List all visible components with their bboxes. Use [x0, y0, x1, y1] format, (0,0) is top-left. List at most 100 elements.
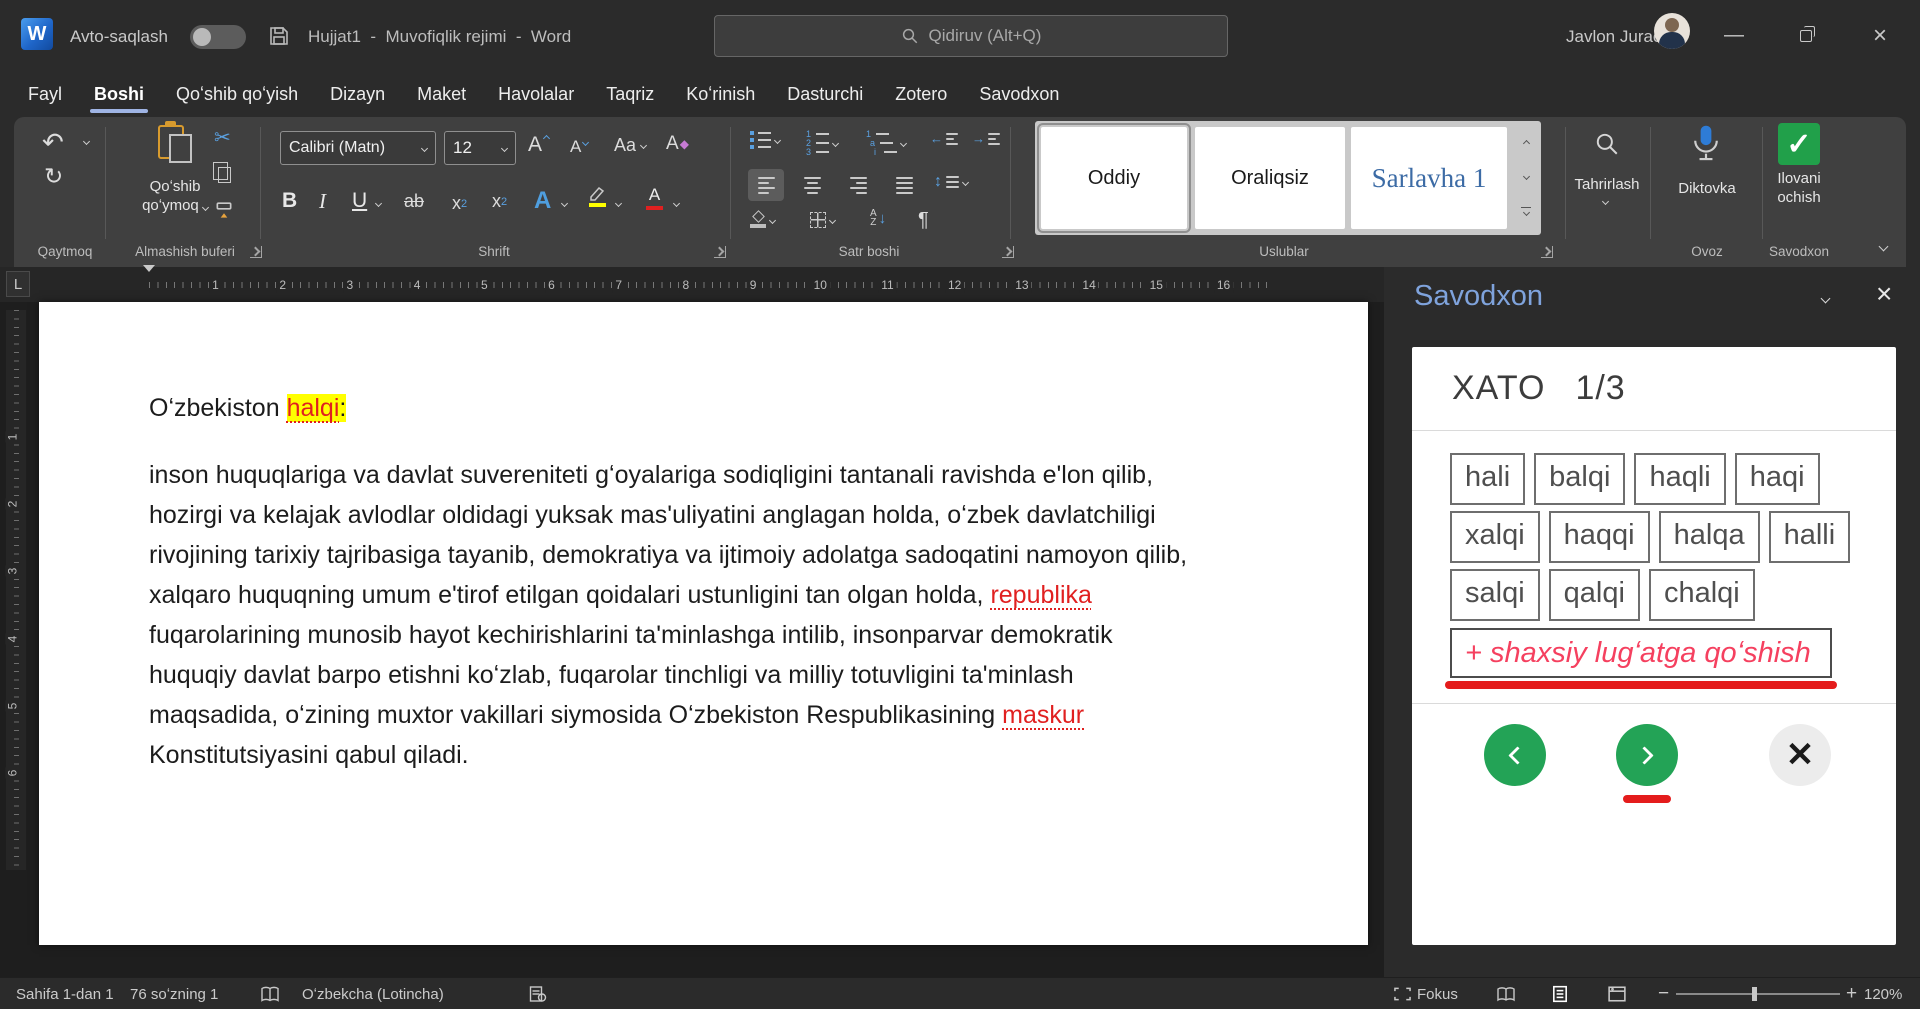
italic-button[interactable]: I: [319, 189, 326, 214]
print-layout-button[interactable]: [1552, 978, 1568, 1009]
suggestion-chip-qalqi[interactable]: qalqi: [1549, 569, 1640, 621]
dictate-label[interactable]: Diktovka: [1662, 179, 1752, 198]
misspelled-word[interactable]: maskur: [1002, 701, 1084, 729]
tab-boshi[interactable]: Boshi: [78, 71, 160, 117]
open-app-button[interactable]: ✓: [1778, 123, 1820, 165]
align-center-button[interactable]: [794, 169, 830, 201]
bullets-button[interactable]: [750, 131, 780, 149]
editing-label[interactable]: Tahrirlash: [1566, 175, 1648, 194]
word-count[interactable]: 76 soʻzning 1: [130, 978, 218, 1009]
suggestion-chip-halqa[interactable]: halqa: [1659, 511, 1760, 563]
user-avatar[interactable]: [1654, 13, 1690, 49]
multilevel-list-button[interactable]: 1ai: [866, 131, 906, 155]
suggestion-chip-haqi[interactable]: haqi: [1735, 453, 1820, 505]
tab-qo-shib-qo-yish[interactable]: Qoʻshib qoʻyish: [160, 71, 314, 117]
sort-button[interactable]: AZ↓: [870, 209, 886, 227]
grow-font-button[interactable]: A: [528, 133, 549, 157]
highlight-chevron-icon[interactable]: [615, 200, 622, 207]
zoom-in-button[interactable]: +: [1846, 978, 1857, 1009]
read-mode-button[interactable]: [1496, 978, 1516, 1009]
undo-button[interactable]: ↶: [42, 127, 64, 158]
subscript-button[interactable]: x2: [452, 193, 467, 214]
focus-mode-button[interactable]: Fokus: [1394, 978, 1458, 1009]
tab-fayl[interactable]: Fayl: [12, 71, 78, 117]
restore-button[interactable]: [1772, 0, 1840, 71]
add-to-dictionary-button[interactable]: + shaxsiy lugʻatga qoʻshish: [1450, 628, 1832, 678]
font-name-select[interactable]: Calibri (Matn): [280, 131, 436, 165]
search-box[interactable]: Qidiruv (Alt+Q): [714, 15, 1228, 57]
text-effects-chevron-icon[interactable]: [561, 200, 568, 207]
language-indicator[interactable]: Oʻzbekcha (Lotincha): [302, 978, 444, 1009]
format-painter-button[interactable]: [214, 201, 234, 221]
shading-button[interactable]: [750, 211, 775, 229]
editing-chevron-icon[interactable]: [1602, 198, 1609, 205]
save-icon[interactable]: [268, 25, 290, 47]
shrink-font-button[interactable]: A: [570, 137, 588, 157]
next-error-button[interactable]: [1616, 724, 1678, 786]
suggestion-chip-salqi[interactable]: salqi: [1450, 569, 1540, 621]
minimize-button[interactable]: —: [1700, 0, 1768, 71]
suggestion-chip-halli[interactable]: halli: [1769, 511, 1851, 563]
collapse-ribbon-icon[interactable]: [1879, 242, 1889, 252]
paste-button[interactable]: [158, 125, 184, 159]
gallery-scroll-down-icon[interactable]: [1522, 173, 1529, 180]
suggestion-chip-haqli[interactable]: haqli: [1634, 453, 1725, 505]
borders-button[interactable]: [810, 211, 835, 229]
clipboard-dialog-launcher[interactable]: [250, 246, 262, 258]
superscript-button[interactable]: x2: [492, 191, 507, 212]
text-effects-button[interactable]: A: [534, 187, 551, 215]
paragraph-dialog-launcher[interactable]: [1002, 246, 1014, 258]
vertical-ruler[interactable]: 123456: [6, 310, 26, 870]
paste-label[interactable]: Qoʻshib qoʻymoq: [130, 177, 220, 215]
document-page[interactable]: Oʻzbekiston halqi:inson huquqlariga va d…: [39, 302, 1368, 945]
horizontal-ruler[interactable]: 12345678910111213141516: [39, 272, 1368, 298]
tab-dizayn[interactable]: Dizayn: [314, 71, 401, 117]
underline-button[interactable]: U: [352, 189, 367, 213]
font-dialog-launcher[interactable]: [714, 246, 726, 258]
suggestion-chip-balqi[interactable]: balqi: [1534, 453, 1625, 505]
open-app-label[interactable]: Ilovani ochish: [1758, 169, 1840, 207]
increase-indent-button[interactable]: →: [972, 131, 1000, 146]
font-color-button[interactable]: A: [646, 185, 663, 210]
underline-chevron-icon[interactable]: [375, 200, 382, 207]
gallery-scroll-up-icon[interactable]: [1522, 140, 1529, 147]
suggestion-chip-haqqi[interactable]: haqqi: [1549, 511, 1650, 563]
tab-taqriz[interactable]: Taqriz: [590, 71, 670, 117]
bold-button[interactable]: B: [282, 189, 297, 213]
numbering-button[interactable]: 123: [806, 131, 838, 155]
change-case-button[interactable]: Aa: [614, 135, 646, 156]
editor-status-icon[interactable]: [528, 978, 547, 1009]
zoom-slider-track[interactable]: [1676, 993, 1840, 995]
style-sarlavha-1[interactable]: Sarlavha 1: [1351, 127, 1507, 229]
web-layout-button[interactable]: [1608, 978, 1626, 1009]
pane-options-chevron-icon[interactable]: [1821, 294, 1831, 304]
strikethrough-button[interactable]: ab: [404, 191, 424, 212]
proofing-icon[interactable]: [260, 978, 280, 1009]
line-spacing-button[interactable]: ↕: [934, 173, 968, 191]
word-logo-icon[interactable]: W: [21, 18, 53, 50]
decrease-indent-button[interactable]: ←: [930, 131, 958, 146]
document-text[interactable]: Oʻzbekiston halqi:inson huquqlariga va d…: [149, 388, 1328, 775]
suggestion-chip-chalqi[interactable]: chalqi: [1649, 569, 1755, 621]
style-oraliqsiz[interactable]: Oraliqsiz: [1195, 127, 1345, 229]
style-oddiy[interactable]: Oddiy: [1041, 127, 1187, 229]
zoom-level[interactable]: 120%: [1864, 978, 1902, 1009]
align-right-button[interactable]: [840, 169, 876, 201]
highlight-color-button[interactable]: [588, 185, 606, 207]
tab-havolalar[interactable]: Havolalar: [482, 71, 590, 117]
dictate-button[interactable]: [1692, 123, 1720, 165]
misspelled-word[interactable]: republika: [990, 581, 1091, 609]
previous-error-button[interactable]: [1484, 724, 1546, 786]
justify-button[interactable]: [886, 169, 922, 201]
autosave-toggle[interactable]: [190, 25, 246, 49]
tab-ko-rinish[interactable]: Koʻrinish: [670, 71, 771, 117]
undo-chevron-icon[interactable]: [83, 138, 90, 145]
pane-close-icon[interactable]: ×: [1876, 280, 1892, 308]
page-indicator[interactable]: Sahifa 1-dan 1: [16, 978, 114, 1009]
styles-dialog-launcher[interactable]: [1541, 246, 1553, 258]
tab-stop-selector[interactable]: L: [6, 271, 30, 297]
close-button[interactable]: ×: [1846, 0, 1914, 71]
font-color-chevron-icon[interactable]: [673, 200, 680, 207]
cut-button[interactable]: ✂: [214, 125, 231, 150]
misspelled-word[interactable]: :: [339, 394, 346, 422]
